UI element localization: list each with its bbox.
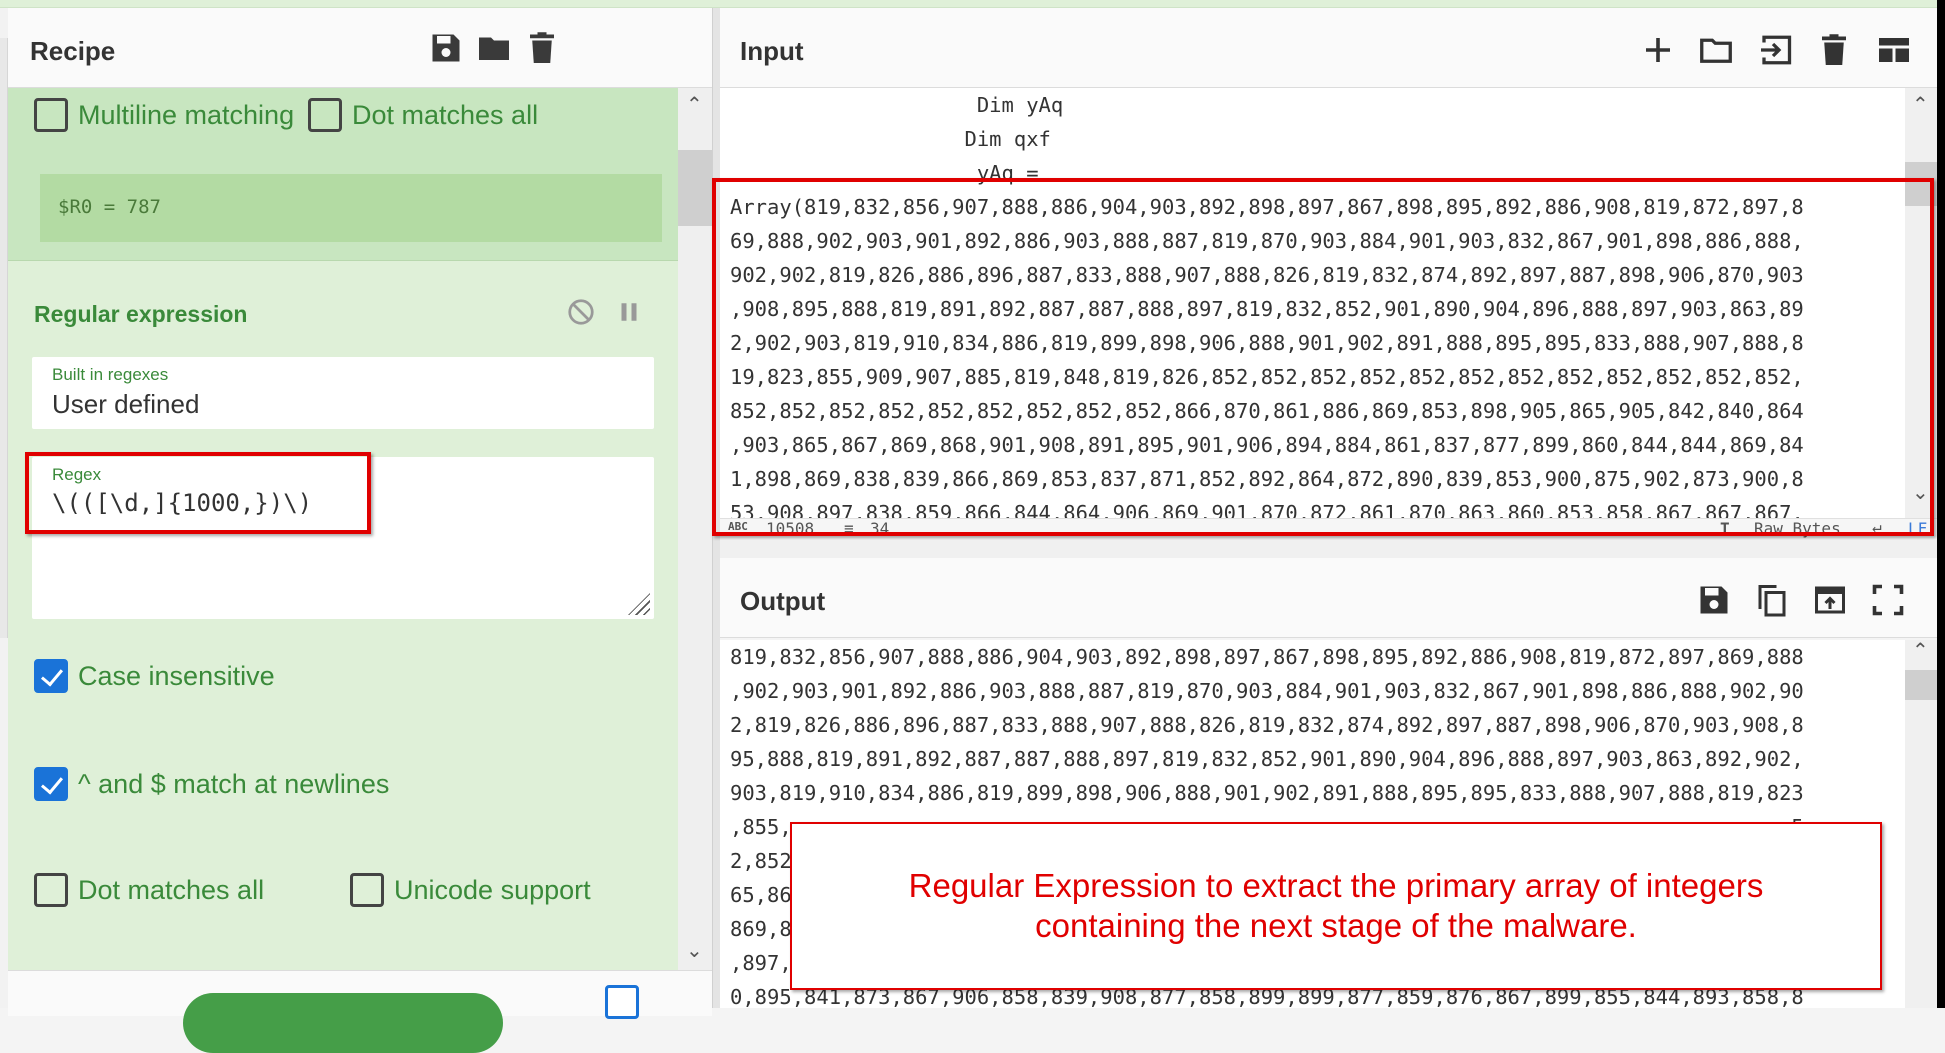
scroll-down-icon[interactable]: ⌄ [686,938,703,962]
annotation-callout: Regular Expression to extract the primar… [790,822,1882,990]
text-line: ,902,903,901,892,886,903,888,887,819,870… [730,679,1804,703]
checkbox-label: Dot matches all [78,874,265,905]
maximise-icon[interactable] [1870,582,1906,618]
regex-highlight-box [25,452,371,534]
auto-bake-checkbox[interactable] [605,985,639,1019]
output-header: Output [720,558,1937,638]
bake-button[interactable] [183,993,503,1053]
checkbox-box[interactable] [34,873,68,907]
top-strip [0,0,1945,8]
text-line: 819,832,856,907,888,886,904,903,892,898,… [730,645,1804,669]
multiline-anchors-checkbox[interactable]: ^ and $ match at newlines [34,767,389,801]
save-icon[interactable] [1696,582,1732,618]
output-scrollbar[interactable]: ⌃ [1905,638,1937,1008]
text-line: 903,819,910,834,886,819,899,898,906,888,… [730,781,1804,805]
text-line: Dim qxf [730,127,1051,151]
scroll-up-icon[interactable]: ⌃ [1912,638,1929,662]
previous-operation: Multiline matching Dot matches all $R0 =… [8,88,678,260]
checkbox-box[interactable] [34,98,68,132]
field-value: User defined [52,389,200,419]
annotation-line-2: containing the next stage of the malware… [1035,907,1637,944]
import-icon[interactable] [1758,32,1794,68]
plus-icon[interactable] [1640,32,1676,68]
layout-icon[interactable] [1876,32,1912,68]
dot-matches-all-checkbox[interactable]: Dot matches all [34,873,264,907]
output-title: Output [740,586,826,616]
recipe-scrollbar-thumb[interactable] [678,150,712,226]
checkbox-label: ^ and $ match at newlines [78,768,390,799]
folder-icon[interactable] [1698,32,1734,68]
checkbox-box[interactable] [308,98,342,132]
text-line: 2,819,826,886,896,887,833,888,907,888,82… [730,713,1804,737]
screen-edge [1937,0,1945,1008]
text-line: 95,888,819,891,892,887,887,888,897,819,8… [730,747,1804,771]
trash-icon[interactable] [524,30,560,66]
folder-icon[interactable] [476,30,512,66]
array-highlight-box [712,178,1934,536]
save-icon[interactable] [428,30,464,66]
disable-icon[interactable] [566,297,596,327]
input-header: Input [720,8,1937,88]
trash-icon[interactable] [1816,32,1852,68]
unicode-support-checkbox[interactable]: Unicode support [350,873,591,907]
field-label: Built in regexes [52,365,169,384]
checkbox-box[interactable] [350,873,384,907]
argument-value: $R0 = 787 [58,196,161,218]
checkbox-label: Case insensitive [78,660,275,691]
checkbox-box[interactable] [34,767,68,801]
scroll-up-icon[interactable]: ⌃ [686,92,703,116]
bake-area [8,970,712,1053]
input-title: Input [740,36,804,66]
operation-title: Regular expression [34,301,248,327]
dot-matches-all-checkbox-prev[interactable]: Dot matches all [308,98,538,132]
checkbox-box[interactable] [34,659,68,693]
pause-icon[interactable] [614,297,644,327]
copy-icon[interactable] [1754,582,1790,618]
checkbox-label: Unicode support [394,874,591,905]
argument-field[interactable]: $R0 = 787 [40,174,662,242]
annotation-line-1: Regular Expression to extract the primar… [908,867,1764,904]
resize-handle[interactable] [628,593,650,615]
multiline-matching-checkbox[interactable]: Multiline matching [34,98,294,132]
text-line: Dim yAq [730,93,1064,117]
checkbox-label: Dot matches all [352,99,539,130]
regular-expression-operation: Regular expression Built in regexes User… [8,260,678,970]
output-scrollbar-thumb[interactable] [1905,670,1937,700]
checkbox-label: Multiline matching [78,99,295,130]
replace-input-icon[interactable] [1812,582,1848,618]
recipe-header: Recipe [8,8,712,88]
io-divider[interactable] [720,540,1937,558]
builtin-regexes-select[interactable]: Built in regexes User defined [32,357,654,429]
operations-panel-edge [0,38,8,638]
case-insensitive-checkbox[interactable]: Case insensitive [34,659,275,693]
scroll-up-icon[interactable]: ⌃ [1912,92,1929,116]
recipe-title: Recipe [30,36,116,66]
